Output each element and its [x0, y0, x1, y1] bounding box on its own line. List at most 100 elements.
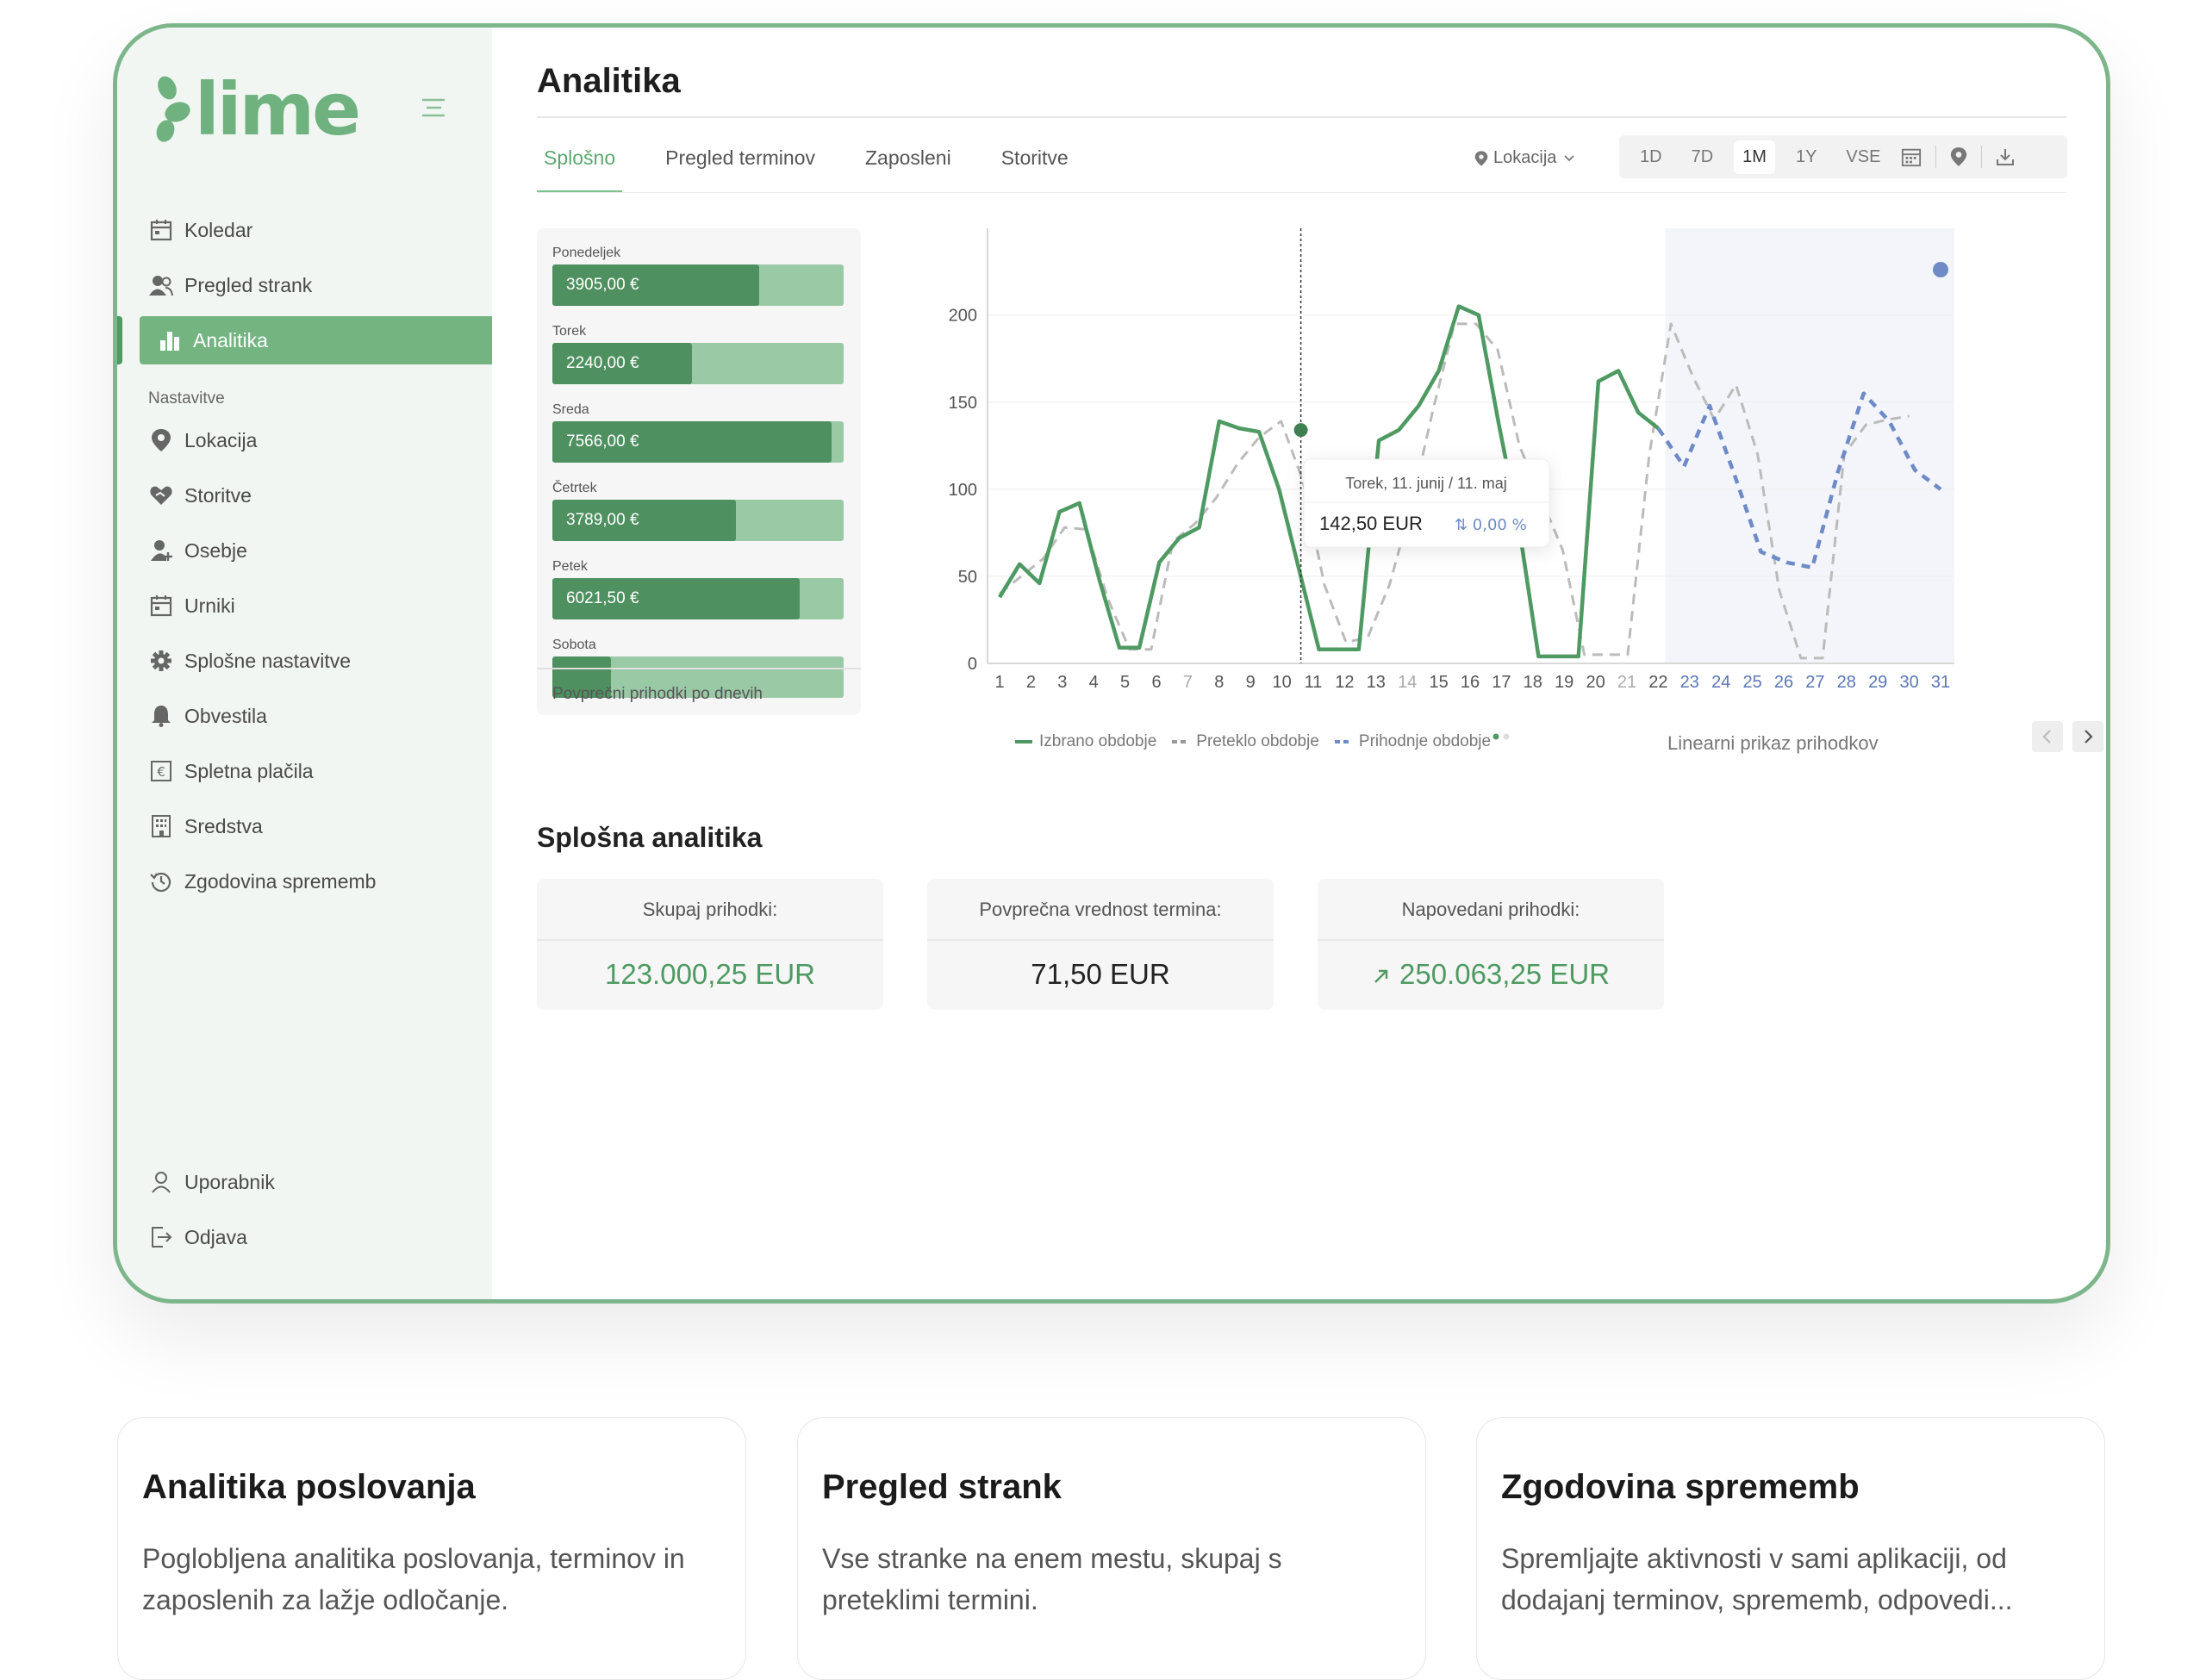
sidebar-item-label: Splošne nastavitve [184, 649, 352, 672]
user-plus-icon [148, 538, 174, 563]
x-tick-label: 25 [1742, 673, 1761, 692]
sidebar-item-analitika[interactable]: Analitika [117, 316, 492, 364]
x-tick-label: 26 [1774, 673, 1793, 692]
divider [537, 116, 2066, 118]
tooltip-change: ⇅ 0,00 % [1455, 516, 1527, 534]
x-tick-label: 17 [1492, 673, 1511, 692]
linear-view-label: Linearni prikaz prihodkov [1667, 732, 1879, 754]
revenue-line-chart[interactable]: 0501001502001 2 3 4 5 6 7 8 9 10 11 12 13 14 15 16 17 18 1… [901, 228, 2108, 788]
page-title: Analitika [537, 62, 681, 100]
day-bar: 3789,00 € [552, 500, 844, 541]
day-value: 7566,00 € [566, 432, 639, 451]
sidebar-item-zgodovina-sprememb[interactable]: Zgodovina sprememb [117, 857, 492, 905]
stat-card-predicted-revenue: Napovedani prihodki: 250.063,25 EUR [1318, 879, 1664, 1010]
x-tick-label: 8 [1214, 673, 1224, 692]
sidebar-item-koledar[interactable]: Koledar [117, 206, 492, 254]
range-1d-button[interactable]: 1D [1631, 140, 1671, 174]
x-tick-label: 15 [1429, 673, 1448, 692]
sidebar-item-obvestila[interactable]: Obvestila [117, 692, 492, 740]
range-1y-button[interactable]: 1Y [1787, 140, 1825, 174]
x-tick-label: 29 [1868, 673, 1887, 692]
logo[interactable]: lime [152, 67, 361, 152]
tooltip-date: Torek, 11. junij / 11. maj [1345, 475, 1506, 492]
prev-period-button[interactable] [2032, 721, 2063, 752]
sidebar-item-storitve[interactable]: Storitve [117, 471, 492, 520]
x-tick-label: 28 [1837, 673, 1856, 692]
y-tick-label: 200 [949, 307, 977, 326]
y-tick-label: 50 [958, 568, 977, 587]
sidebar-item-uporabnik[interactable]: Uporabnik [117, 1158, 492, 1206]
heart-hand-icon [148, 482, 174, 508]
gear-icon [148, 648, 174, 674]
range-7d-button[interactable]: 7D [1683, 140, 1723, 174]
location-dropdown[interactable]: Lokacija [1474, 148, 1575, 168]
feature-card: Pregled strank Vse stranke na enem mestu… [797, 1417, 1426, 1680]
sidebar-item-pregled-strank[interactable]: Pregled strank [117, 261, 492, 309]
day-row: Sreda 7566,00 € [552, 402, 844, 463]
x-tick-label: 16 [1461, 673, 1480, 692]
day-bar: 7566,00 € [552, 421, 844, 463]
stat-value: 71,50 EUR [1031, 958, 1170, 990]
main-content: Analitika Splošno Pregled terminov Zapos… [492, 28, 2106, 1299]
range-1m-button[interactable]: 1M [1734, 140, 1775, 174]
calendar-icon [148, 593, 174, 619]
stat-card-total-revenue: Skupaj prihodki: 123.000,25 EUR [537, 879, 883, 1010]
days-revenue-panel: Ponedeljek 3905,00 € Torek 2240,00 € Sre… [537, 228, 861, 715]
range-selector: 1D 7D 1M 1Y VSE [1619, 135, 2067, 178]
day-label: Sreda [552, 402, 589, 417]
sidebar-item-sredstva[interactable]: Sredstva [117, 802, 492, 850]
tab-storitve[interactable]: Storitve [994, 140, 1075, 193]
chevron-right-icon [2084, 730, 2093, 744]
sidebar-item-label: Koledar [184, 218, 253, 241]
sidebar-item-splosne-nastavitve[interactable]: Splošne nastavitve [117, 637, 492, 685]
calendar-button[interactable] [1901, 146, 1922, 167]
sidebar-item-label: Storitve [184, 483, 252, 507]
day-row: Petek 6021,50 € [552, 559, 844, 619]
x-tick-label: 3 [1057, 673, 1067, 692]
tab-bar: Splošno Pregled terminov Zaposleni Stori… [537, 140, 1112, 193]
day-row: Torek 2240,00 € [552, 324, 844, 384]
menu-toggle-button[interactable] [421, 95, 446, 121]
x-tick-label: 19 [1555, 673, 1573, 692]
next-period-button[interactable] [2072, 721, 2103, 752]
day-label: Četrtek [552, 481, 597, 495]
x-tick-label: 13 [1367, 673, 1386, 692]
x-tick-label: 14 [1398, 673, 1417, 692]
sidebar-item-urniki[interactable]: Urniki [117, 582, 492, 630]
x-tick-label: 24 [1711, 673, 1730, 692]
stat-value: 123.000,25 EUR [604, 958, 815, 990]
bottom-nav: Uporabnik Odjava [117, 1158, 492, 1268]
sidebar-item-odjava[interactable]: Odjava [117, 1213, 492, 1261]
x-tick-label: 2 [1026, 673, 1036, 692]
sidebar-item-lokacija[interactable]: Lokacija [117, 416, 492, 464]
location-filter-button[interactable] [1950, 146, 1967, 167]
range-all-button[interactable]: VSE [1837, 140, 1889, 174]
tab-splosno[interactable]: Splošno [537, 140, 623, 193]
x-tick-label: 5 [1120, 673, 1130, 692]
sidebar-item-label: Sredstva [184, 814, 263, 837]
x-tick-label: 20 [1586, 673, 1605, 692]
sidebar-item-label: Spletna plačila [184, 759, 314, 782]
day-label: Ponedeljek [552, 246, 621, 260]
download-button[interactable] [1996, 147, 2015, 166]
user-icon [148, 1169, 174, 1195]
sidebar-item-osebje[interactable]: Osebje [117, 526, 492, 575]
x-tick-label: 22 [1648, 673, 1667, 692]
stat-label: Povprečna vrednost termina: [927, 879, 1274, 941]
sidebar-item-spletna-placila[interactable]: € Spletna plačila [117, 747, 492, 795]
tab-zaposleni[interactable]: Zaposleni [858, 140, 958, 193]
legend-label: Prihodnje obdobje [1358, 732, 1492, 750]
sidebar-item-label: Analitika [193, 328, 268, 352]
hover-point [1293, 423, 1308, 438]
divider [1935, 146, 1937, 168]
bell-icon [148, 703, 174, 729]
calendar-icon [148, 217, 174, 243]
stat-card-average-value: Povprečna vrednost termina: 71,50 EUR [927, 879, 1274, 1010]
feature-card: Zgodovina sprememb Spremljajte aktivnost… [1476, 1417, 2105, 1680]
x-tick-label: 23 [1680, 673, 1699, 692]
location-pin-icon [1951, 147, 1967, 166]
feature-title: Analitika poslovanja [142, 1468, 476, 1506]
tab-pregled-terminov[interactable]: Pregled terminov [658, 140, 822, 193]
x-tick-label: 11 [1305, 673, 1323, 692]
lime-leaf-icon [156, 76, 190, 142]
